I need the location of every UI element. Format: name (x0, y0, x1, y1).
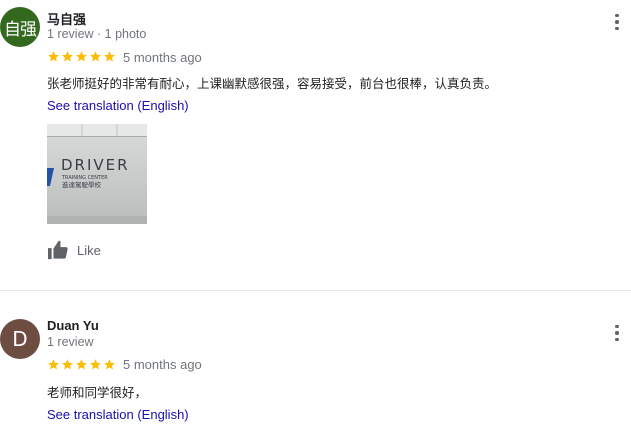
like-label: Like (77, 242, 101, 258)
see-translation-link[interactable]: See translation (English) (47, 98, 189, 113)
review-time: 5 months ago (123, 50, 202, 65)
star-rating (47, 50, 116, 64)
reviewer-meta: 1 review · 1 photo (47, 27, 147, 41)
more-vert-icon (615, 13, 619, 18)
reviewer-name[interactable]: Duan Yu (47, 318, 99, 333)
star-icon (104, 359, 115, 370)
see-translation-link[interactable]: See translation (English) (47, 407, 189, 422)
review-card: D Duan Yu 1 review 5 months ago 老师和同学很好，… (0, 291, 631, 431)
star-icon (90, 51, 101, 62)
reviewer-meta: 1 review (47, 335, 94, 349)
star-icon (90, 359, 101, 370)
star-icon (62, 359, 73, 370)
avatar[interactable]: D (0, 319, 40, 359)
review-time: 5 months ago (123, 357, 202, 372)
more-vert-icon (615, 324, 619, 329)
star-icon (48, 51, 59, 62)
star-icon (104, 51, 115, 62)
reviewer-name[interactable]: 马自强 (47, 9, 86, 28)
avatar[interactable]: 自强 (0, 7, 40, 47)
review-card: 自强 马自强 1 review · 1 photo 5 months ago 张… (0, 0, 631, 290)
avatar-initials: 自强 (4, 19, 37, 40)
thumb-up-icon (48, 240, 68, 260)
review-text: 张老师挺好的非常有耐心，上课幽默感很强，容易接受，前台也很棒，认真负责。 (47, 76, 498, 91)
star-rating (47, 358, 116, 372)
star-icon (48, 359, 59, 370)
more-options-button[interactable] (609, 12, 625, 32)
like-button[interactable]: Like (47, 238, 101, 262)
photo-driver-sign: DRIVER TRAINING CENTER 進達駕駛學校 (47, 124, 147, 224)
more-options-button[interactable] (609, 323, 625, 343)
star-icon (76, 51, 87, 62)
review-photo[interactable]: DRIVER TRAINING CENTER 進達駕駛學校 (47, 124, 147, 224)
avatar-initials: D (12, 327, 28, 351)
sign-line-1: DRIVER (61, 156, 130, 174)
review-text: 老师和同学很好， (47, 385, 148, 400)
star-icon (76, 359, 87, 370)
sign-line-3: 進達駕駛學校 (62, 180, 102, 189)
star-icon (62, 51, 73, 62)
